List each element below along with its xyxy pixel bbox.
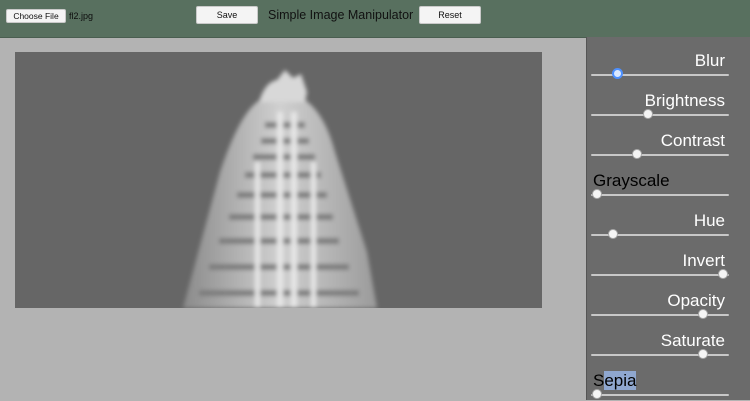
slider-grayscale: Grayscale (587, 161, 750, 201)
image-canvas (15, 52, 542, 308)
slider-sepia: Sepia (587, 361, 750, 401)
sepia-slider-thumb[interactable] (591, 389, 602, 399)
contrast-slider-thumb[interactable] (631, 149, 642, 159)
opacity-slider-thumb[interactable] (697, 309, 708, 319)
label-brightness: Brightness (644, 91, 725, 110)
invert-slider-track[interactable] (591, 274, 729, 276)
grayscale-slider-track[interactable] (591, 194, 729, 196)
contrast-slider-track[interactable] (591, 154, 729, 156)
label-invert: Invert (682, 251, 725, 270)
slider-invert: Invert (587, 241, 750, 281)
sepia-slider-track[interactable] (591, 394, 729, 396)
grayscale-slider-thumb[interactable] (591, 189, 602, 199)
label-opacity: Opacity (667, 291, 725, 310)
brightness-slider-track[interactable] (591, 114, 729, 116)
slider-brightness: Brightness (587, 81, 750, 121)
opacity-slider-track[interactable] (591, 314, 729, 316)
hue-slider-thumb[interactable] (608, 229, 619, 239)
label-sepia: Sepia (593, 371, 637, 390)
label-contrast: Contrast (660, 131, 725, 150)
invert-slider-thumb[interactable] (718, 269, 729, 279)
reset-button[interactable]: Reset (419, 6, 481, 24)
brightness-slider-thumb[interactable] (642, 109, 653, 119)
slider-opacity: Opacity (587, 281, 750, 321)
choose-file-button[interactable]: Choose File (6, 9, 66, 23)
file-name: fl2.jpg (69, 11, 94, 21)
slider-saturate: Saturate (587, 321, 750, 361)
label-saturate: Saturate (660, 331, 725, 350)
slider-contrast: Contrast (587, 121, 750, 161)
label-hue: Hue (693, 211, 725, 230)
saturate-slider-track[interactable] (591, 354, 729, 356)
slider-hue: Hue (587, 201, 750, 241)
adjustments-panel: Blur Brightness Contrast Grayscale Hue Invert… (586, 37, 750, 400)
label-blur: Blur (694, 51, 725, 70)
toolbar: Choose File fl2.jpg Save Simple Image Ma… (0, 0, 750, 38)
label-grayscale: Grayscale (593, 171, 670, 190)
save-button[interactable]: Save (196, 6, 258, 24)
page-title: Simple Image Manipulator (268, 8, 414, 22)
slider-blur: Blur (587, 41, 750, 81)
blur-slider-thumb[interactable] (612, 68, 624, 79)
saturate-slider-thumb[interactable] (697, 349, 708, 359)
building-image (183, 70, 377, 308)
